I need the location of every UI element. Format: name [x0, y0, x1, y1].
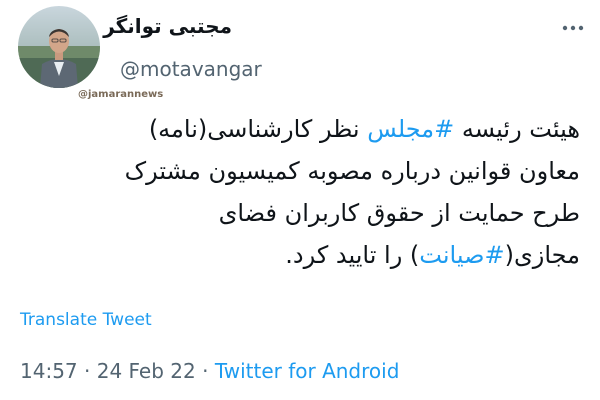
tweet-line-2: معاون قوانین درباره مصوبه کمیسیون مشترک — [124, 157, 580, 185]
tweet-line-1: هیئت رئیسه #مجلس نظر کارشناسی(نامه) — [20, 108, 580, 150]
tweet-metadata: 14:57 · 24 Feb 22 · Twitter for Android — [20, 359, 399, 383]
tweet-date[interactable]: 24 Feb 22 — [97, 359, 196, 383]
author-username[interactable]: @motavangar — [120, 57, 262, 81]
hashtag-link[interactable]: #صیانت — [419, 241, 504, 269]
tweet-text-segment: ) را تایید کرد. — [285, 241, 420, 269]
avatar[interactable] — [18, 6, 100, 88]
more-horizontal-icon[interactable] — [560, 20, 586, 36]
meta-separator: · — [84, 359, 91, 383]
author-display-name[interactable]: مجتبی توانگر — [103, 14, 232, 38]
tweet-text: هیئت رئیسه #مجلس نظر کارشناسی(نامه) معاو… — [20, 108, 580, 276]
watermark: @jamarannews — [78, 89, 164, 100]
tweet-card: مجتبی توانگر @motavangar @jamarannews هی… — [0, 0, 600, 400]
tweet-line-4: مجازی(#صیانت) را تایید کرد. — [20, 234, 580, 276]
tweet-line-3: طرح حمایت از حقوق کاربران فضای — [218, 199, 580, 227]
profile-photo-icon — [18, 6, 100, 88]
tweet-source-link[interactable]: Twitter for Android — [215, 359, 400, 383]
tweet-text-segment: نظر کارشناسی(نامه) — [148, 115, 368, 143]
hashtag-link[interactable]: #مجلس — [367, 115, 454, 143]
tweet-time[interactable]: 14:57 — [20, 359, 78, 383]
tweet-text-segment: مجازی( — [504, 241, 580, 269]
meta-separator: · — [202, 359, 209, 383]
translate-tweet-link[interactable]: Translate Tweet — [20, 310, 152, 330]
tweet-text-segment: هیئت رئیسه — [454, 115, 580, 143]
